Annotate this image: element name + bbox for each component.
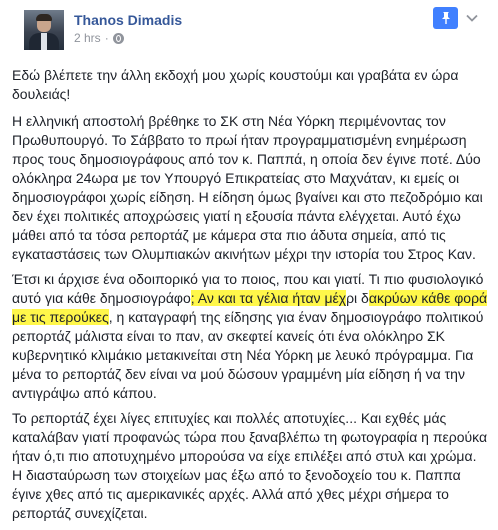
meta-separator: ·: [104, 31, 109, 45]
paragraph-1: Εδώ βλέπετε την άλλη εκδοχή μου χωρίς κο…: [12, 67, 459, 102]
author-name[interactable]: Thanos Dimadis: [74, 12, 182, 28]
facebook-post: Thanos Dimadis 2 hrs · Εδώ βλέπετε την ά…: [0, 0, 498, 530]
pin-button[interactable]: [433, 7, 458, 29]
paragraph-2: Η ελληνική αποστολή βρέθηκε το ΣΚ στη Νέ…: [12, 113, 483, 262]
chevron-down-icon[interactable]: [466, 12, 478, 24]
paragraph-4: Το ρεπορτάζ έχει λίγες επιτυχίες και πολ…: [12, 410, 488, 521]
avatar[interactable]: [24, 10, 64, 50]
avatar-shirt: [41, 33, 47, 50]
pin-icon: [441, 12, 450, 24]
post-meta: 2 hrs ·: [74, 31, 124, 45]
post-header: Thanos Dimadis 2 hrs ·: [12, 0, 488, 52]
globe-icon[interactable]: [112, 32, 124, 44]
post-body: Εδώ βλέπετε την άλλη εκδοχή μου χωρίς κο…: [12, 66, 488, 523]
avatar-hair: [36, 14, 52, 21]
post-timestamp[interactable]: 2 hrs: [74, 31, 101, 45]
paragraph-3-part-b: ρι δ: [346, 290, 369, 306]
highlight-1: ; Αν και τα γέλια ήταν μέχ: [190, 290, 347, 306]
paragraph-3: Έτσι κι άρχισε ένα οδοιπορικό για το ποι…: [12, 270, 488, 403]
